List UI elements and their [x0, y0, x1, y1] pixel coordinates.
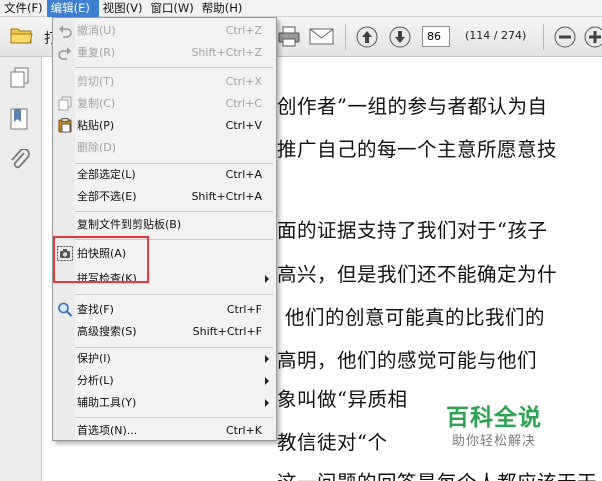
menu-item-shortcut: Ctrl+K: [225, 424, 262, 437]
menu-separator: [75, 67, 273, 68]
menu-item-shortcut: Ctrl+V: [225, 119, 262, 132]
printer-icon[interactable]: [278, 26, 300, 47]
menu-item-shortcut: Shift+Ctrl+F: [192, 325, 262, 338]
menu-item-shortcut: Ctrl+F: [226, 303, 262, 316]
undo-icon: [59, 25, 72, 38]
highlight-box: [53, 236, 149, 283]
menu-item-shortcut: Ctrl+C: [225, 97, 262, 110]
previous-page-icon[interactable]: [356, 26, 378, 48]
menu-item-shortcut: Ctrl+Z: [225, 24, 262, 37]
menu-bar: 文件(F) 编辑(E) 视图(V) 窗口(W) 帮助(H): [0, 0, 602, 17]
bookmarks-icon[interactable]: [9, 108, 31, 132]
menu-item-cut[interactable]: 剪切(T) Ctrl+X: [53, 71, 276, 92]
menu-item-label: 全部选定(L): [77, 168, 136, 181]
menu-item-deselect-all[interactable]: 全部不选(E) Shift+Ctrl+A: [53, 186, 276, 207]
document-line: 推广自己的每一个主意所愿意技: [277, 138, 558, 161]
menu-separator: [75, 417, 273, 418]
page-count: (114 / 274): [465, 29, 527, 42]
menu-help[interactable]: 帮助(H): [198, 0, 247, 17]
menu-item-copy[interactable]: 复制(C) Ctrl+C: [53, 93, 276, 114]
menu-item-shortcut: Shift+Ctrl+Z: [191, 46, 262, 59]
menu-item-label: 全部不选(E): [77, 190, 137, 203]
menu-item-undo[interactable]: 撤消(U) Ctrl+Z: [53, 20, 276, 41]
document-line: 面的证据支持了我们对于“孩子: [277, 219, 548, 242]
toolbar-separator: [345, 24, 346, 50]
menu-item-protection[interactable]: 保护(I): [53, 348, 276, 369]
watermark-subtitle: 助你轻松解决: [452, 434, 537, 449]
submenu-arrow-icon: [265, 399, 269, 407]
document-line: 象叫做“异质相: [277, 388, 408, 411]
menu-item-label: 保护(I): [77, 352, 111, 365]
menu-item-select-all[interactable]: 全部选定(L) Ctrl+A: [53, 164, 276, 185]
document-line: 高明，他们的感觉可能与他们: [277, 349, 538, 372]
menu-item-label: 剪切(T): [77, 75, 115, 88]
menu-item-delete[interactable]: 删除(D): [53, 137, 276, 158]
document-line: 创作者”一组的参与者都认为自: [277, 95, 548, 118]
menu-item-accessibility[interactable]: 辅助工具(Y): [53, 392, 276, 413]
search-icon: [58, 302, 73, 317]
mail-icon[interactable]: [309, 28, 334, 45]
submenu-arrow-icon: [265, 355, 269, 363]
menu-file[interactable]: 文件(F): [0, 0, 47, 17]
document-line: 这一问题的回答是每个人都应该无干: [277, 466, 597, 481]
edit-menu-dropdown: 撤消(U) Ctrl+Z 重复(R) Shift+Ctrl+Z 剪切(T) Ct…: [52, 17, 277, 441]
copy-icon: [58, 96, 72, 111]
toolbar-separator: [543, 24, 544, 50]
document-line: 教信徒对“个: [277, 431, 388, 454]
attachment-icon[interactable]: [9, 149, 31, 173]
document-line: 高兴，但是我们还不能确定为什: [277, 263, 558, 286]
zoom-in-icon[interactable]: [584, 26, 602, 48]
menu-item-shortcut: Ctrl+A: [225, 168, 262, 181]
menu-item-shortcut: Shift+Ctrl+A: [191, 190, 262, 203]
menu-item-label: 复制文件到剪贴板(B): [77, 218, 182, 231]
navigation-panel: [0, 57, 42, 481]
menu-item-label: 首选项(N)...: [77, 424, 138, 437]
open-folder-icon[interactable]: [10, 26, 33, 45]
menu-item-find[interactable]: 查找(F) Ctrl+F: [53, 299, 276, 320]
menu-item-label: 查找(F): [77, 303, 114, 316]
document-line: 他们的创意可能真的比我们的: [285, 306, 546, 329]
menu-item-analysis[interactable]: 分析(L): [53, 370, 276, 391]
menu-view[interactable]: 视图(V): [99, 0, 147, 17]
menu-item-label: 撤消(U): [77, 24, 116, 37]
zoom-out-icon[interactable]: [554, 26, 576, 48]
menu-item-label: 高级搜索(S): [77, 325, 137, 338]
menu-item-label: 分析(L): [77, 374, 114, 387]
menu-window[interactable]: 窗口(W): [146, 0, 197, 17]
submenu-arrow-icon: [265, 377, 269, 385]
menu-item-redo[interactable]: 重复(R) Shift+Ctrl+Z: [53, 42, 276, 63]
menu-separator: [75, 294, 273, 295]
menu-item-advanced-search[interactable]: 高级搜索(S) Shift+Ctrl+F: [53, 321, 276, 342]
menu-item-label: 删除(D): [77, 141, 117, 154]
next-page-icon[interactable]: [389, 26, 411, 48]
menu-item-label: 重复(R): [77, 46, 116, 59]
redo-icon: [58, 47, 71, 60]
menu-item-shortcut: Ctrl+X: [225, 75, 262, 88]
menu-edit[interactable]: 编辑(E): [46, 0, 99, 17]
submenu-arrow-icon: [265, 275, 269, 283]
menu-item-label: 复制(C): [77, 97, 116, 110]
menu-item-label: 辅助工具(Y): [77, 396, 137, 409]
menu-item-label: 粘贴(P): [77, 119, 115, 132]
menu-item-copy-file-to-clipboard[interactable]: 复制文件到剪贴板(B): [53, 214, 276, 235]
menu-item-paste[interactable]: 粘贴(P) Ctrl+V: [53, 115, 276, 136]
menu-separator: [75, 211, 273, 212]
pages-icon[interactable]: [9, 67, 31, 89]
paste-icon: [58, 118, 72, 133]
menu-item-preferences[interactable]: 首选项(N)... Ctrl+K: [53, 420, 276, 440]
watermark-title: 百科全说: [446, 405, 542, 431]
page-number-input[interactable]: 86: [422, 26, 450, 47]
